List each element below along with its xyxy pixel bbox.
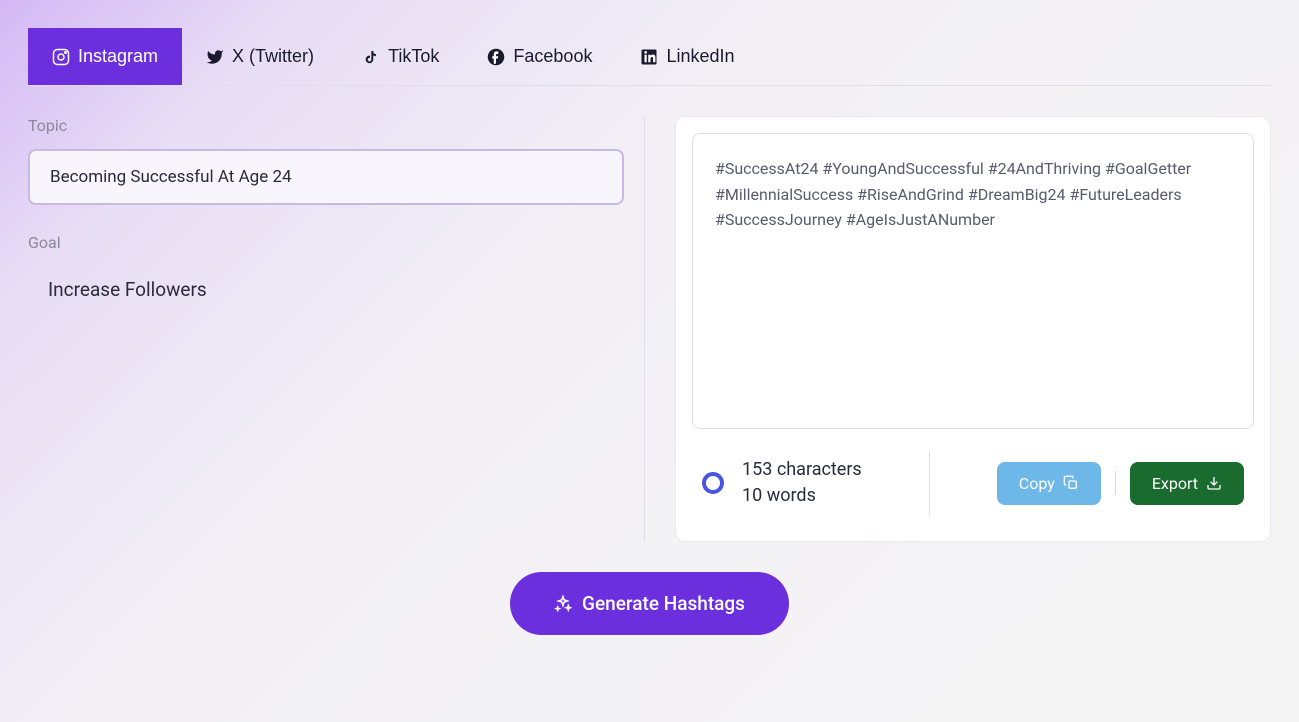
action-divider — [1115, 471, 1116, 495]
input-panel: Topic Goal Increase Followers — [28, 116, 645, 542]
copy-label: Copy — [1019, 474, 1055, 493]
output-panel: #SuccessAt24 #YoungAndSuccessful #24AndT… — [665, 116, 1271, 542]
export-label: Export — [1152, 474, 1198, 493]
tab-label: Instagram — [78, 46, 158, 67]
copy-button[interactable]: Copy — [997, 462, 1101, 505]
divider — [929, 451, 930, 515]
tiktok-icon — [362, 48, 380, 66]
generate-label: Generate Hashtags — [582, 592, 745, 615]
tab-linkedin[interactable]: LinkedIn — [616, 28, 758, 85]
tab-label: X (Twitter) — [232, 46, 314, 67]
platform-tabs: Instagram X (Twitter) TikTok — [28, 28, 1271, 86]
char-count: 153 characters — [742, 457, 862, 483]
progress-ring-icon — [702, 472, 724, 494]
output-card: #SuccessAt24 #YoungAndSuccessful #24AndT… — [675, 116, 1271, 542]
tab-twitter[interactable]: X (Twitter) — [182, 28, 338, 85]
facebook-icon — [487, 48, 505, 66]
goal-label: Goal — [28, 233, 624, 252]
stats-text: 153 characters 10 words — [742, 457, 862, 509]
tab-facebook[interactable]: Facebook — [463, 28, 616, 85]
tab-instagram[interactable]: Instagram — [28, 28, 182, 85]
sparkle-icon — [554, 595, 572, 613]
tab-label: TikTok — [388, 46, 439, 67]
topic-input[interactable] — [28, 149, 624, 205]
stats-section: 153 characters 10 words — [702, 457, 862, 509]
twitter-icon — [206, 48, 224, 66]
copy-icon — [1063, 475, 1079, 491]
word-count: 10 words — [742, 483, 862, 509]
actions-section: Copy Export — [997, 462, 1244, 505]
tab-label: LinkedIn — [666, 46, 734, 67]
goal-select[interactable]: Increase Followers — [28, 266, 624, 313]
tab-label: Facebook — [513, 46, 592, 67]
hashtag-output[interactable]: #SuccessAt24 #YoungAndSuccessful #24AndT… — [692, 133, 1254, 429]
generate-button[interactable]: Generate Hashtags — [510, 572, 789, 635]
tab-tiktok[interactable]: TikTok — [338, 28, 463, 85]
export-button[interactable]: Export — [1130, 462, 1244, 505]
linkedin-icon — [640, 48, 658, 66]
instagram-icon — [52, 48, 70, 66]
topic-label: Topic — [28, 116, 624, 135]
download-icon — [1206, 475, 1222, 491]
